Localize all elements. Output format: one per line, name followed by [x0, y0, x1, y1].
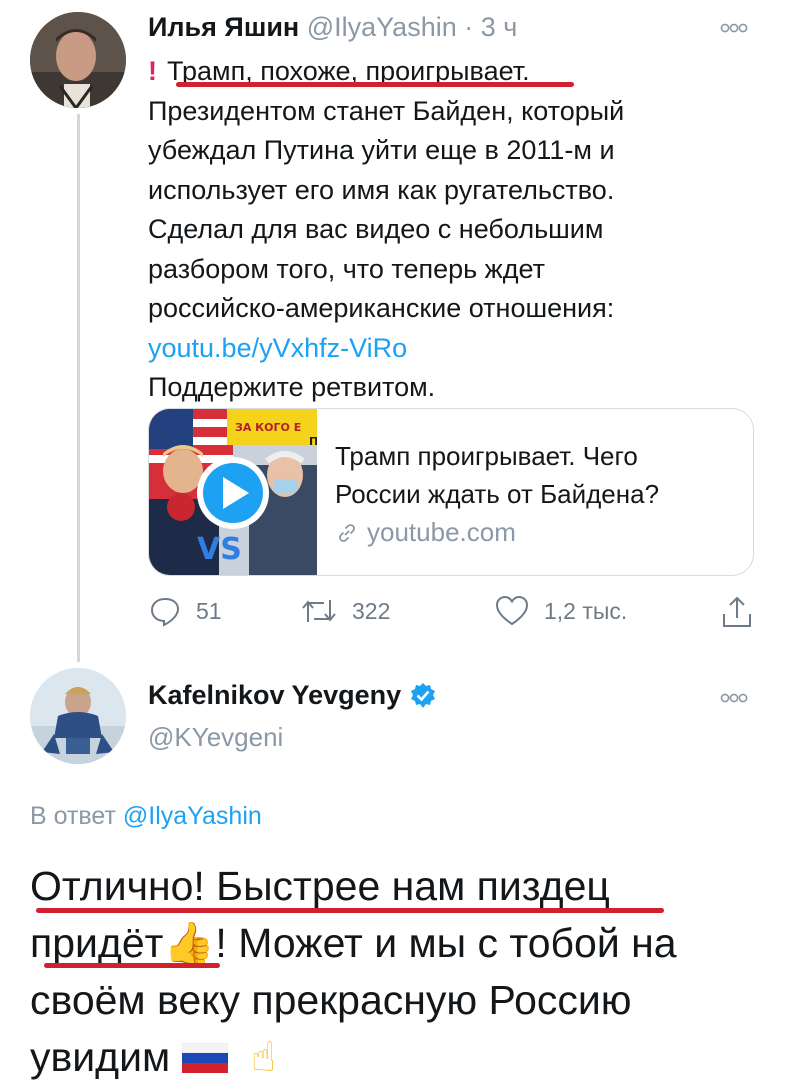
- card-title-line: России ждать от Байдена?: [335, 479, 660, 509]
- tweet-text-line: убеждал Путина уйти еще в 2011-м и: [148, 135, 615, 165]
- reply-text-line: ! Может и мы с тобой на: [215, 920, 677, 966]
- thread-line: [77, 114, 80, 662]
- reply-line-1: Отлично! Быстрее нам пиздец: [30, 858, 770, 915]
- underline-highlight: [44, 963, 220, 968]
- exclamation-mark: !: [148, 56, 157, 86]
- card-domain: youtube.com: [335, 517, 516, 548]
- reply-context-handle[interactable]: @IlyaYashin: [123, 802, 262, 830]
- tweet-header: Илья Яшин @IlyaYashin · 3 ч: [148, 12, 517, 43]
- verified-badge-icon: [411, 682, 436, 708]
- more-icon[interactable]: [720, 22, 748, 34]
- thumb-banner-text: ЗА КОГО Е: [235, 421, 301, 434]
- reply-line-2: придёт👍! Может и мы с тобой на: [30, 915, 770, 972]
- play-icon[interactable]: [197, 457, 269, 529]
- russia-flag-icon: [181, 1042, 228, 1073]
- tweet-time[interactable]: 3 ч: [481, 12, 518, 42]
- tweet-text-line: разбором того, что теперь ждет: [148, 253, 545, 284]
- link-card[interactable]: ЗА КОГО Е П VS Трамп проигрывает. Чего Р…: [148, 408, 754, 576]
- underline-highlight: [36, 908, 664, 913]
- retweet-icon[interactable]: [300, 594, 338, 628]
- author-name[interactable]: Илья Яшин: [148, 12, 299, 42]
- tweet-text-line: Сделал для вас видео с небольшим: [148, 214, 604, 244]
- reply-context: В ответ @IlyaYashin: [30, 802, 262, 831]
- tweet-link[interactable]: youtu.be/yVxhfz-ViRo: [148, 329, 748, 369]
- reply-icon[interactable]: [148, 594, 182, 628]
- tweet-line-1: ! Трамп, похоже, проигрывает.: [148, 52, 748, 92]
- separator: ·: [464, 12, 474, 42]
- tweet-text-line: Президентом станет Байден, который: [148, 95, 625, 126]
- reply-text-line: Отлично! Быстрее нам пиздец: [30, 863, 610, 909]
- tweet-text-line: использует его имя как ругательство.: [148, 174, 615, 205]
- share-icon[interactable]: [720, 594, 754, 630]
- reply-text-line: увидим: [30, 1034, 171, 1080]
- author-handle[interactable]: @IlyaYashin: [307, 12, 457, 42]
- like-action[interactable]: 1,2 тыс.: [494, 594, 627, 628]
- tweet-closing-line: Поддержите ретвитом.: [148, 372, 436, 402]
- card-title-line: Трамп проигрывает. Чего: [335, 441, 638, 471]
- like-icon[interactable]: [494, 594, 530, 628]
- reply-action[interactable]: 51: [148, 594, 222, 628]
- tweet-text: ! Трамп, похоже, проигрывает. Президентом…: [148, 52, 748, 408]
- reply-context-prefix: В ответ: [30, 802, 116, 830]
- card-domain-text: youtube.com: [367, 517, 516, 547]
- share-action[interactable]: [720, 594, 754, 630]
- link-icon: [339, 523, 355, 542]
- like-count: 1,2 тыс.: [544, 597, 628, 624]
- retweet-count: 322: [352, 597, 391, 624]
- card-title[interactable]: Трамп проигрывает. Чего России ждать от …: [335, 437, 735, 513]
- reply-count: 51: [196, 597, 222, 624]
- underline-highlight: [176, 82, 574, 87]
- reply-text: Отлично! Быстрее нам пиздец придёт👍! Мож…: [30, 858, 770, 1080]
- video-thumbnail[interactable]: ЗА КОГО Е П VS: [149, 409, 317, 575]
- pointing-up-emoji: ☝: [251, 1034, 276, 1080]
- reply-author-handle[interactable]: @KYevgeni: [148, 722, 283, 753]
- reply-line-4: увидим ☝: [30, 1029, 770, 1080]
- thumb-vs-text: VS: [197, 532, 242, 567]
- avatar-kafelnikov[interactable]: [30, 668, 126, 764]
- reply-author: Kafelnikov Yevgeny: [148, 680, 437, 711]
- thumb-banner-text-2: П: [309, 435, 317, 448]
- tweet-text-line: российско-американские отношения:: [148, 293, 615, 323]
- retweet-action[interactable]: 322: [300, 594, 390, 628]
- reply-text-line: своём веку прекрасную Россию: [30, 977, 632, 1023]
- reply-text-line: придёт: [30, 920, 164, 966]
- reply-author-name[interactable]: Kafelnikov Yevgeny: [148, 680, 401, 711]
- tweet-actions: 51 322 1,2 тыс.: [148, 594, 758, 632]
- avatar-ilya-yashin[interactable]: [30, 12, 126, 108]
- more-icon[interactable]: [720, 692, 748, 704]
